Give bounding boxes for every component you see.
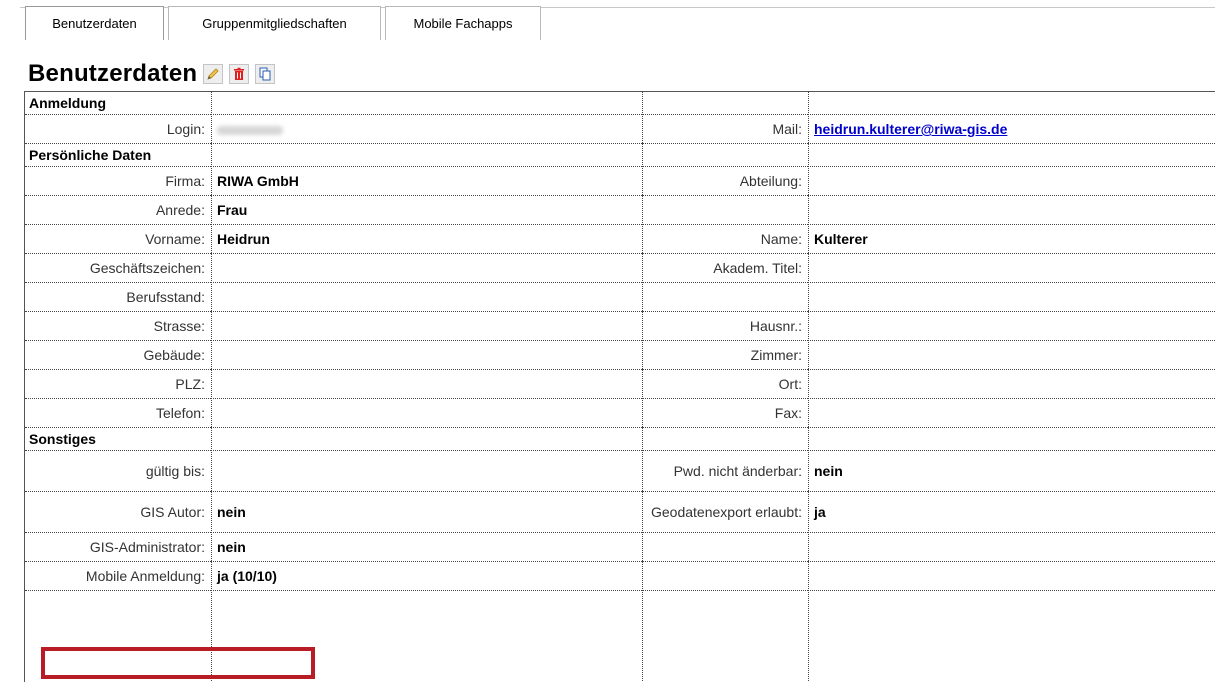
name-label: Name: [642, 224, 808, 254]
empty-value [808, 195, 1215, 225]
gueltig-bis-label: gültig bis: [25, 450, 211, 492]
user-data-table: Anmeldung Login: Mail: heidrun.kulterer@… [25, 92, 1215, 591]
mobile-anmeldung-label: Mobile Anmeldung: [25, 561, 211, 591]
table-row: PLZ: Ort: [25, 369, 1215, 399]
table-row: Login: Mail: heidrun.kulterer@riwa-gis.d… [25, 114, 1215, 144]
strasse-label: Strasse: [25, 311, 211, 341]
firma-label: Firma: [25, 166, 211, 196]
tab-mobile-fachapps[interactable]: Mobile Fachapps [385, 6, 541, 40]
firma-value: RIWA GmbH [211, 166, 642, 196]
table-row: Anrede: Frau [25, 195, 1215, 225]
akadem-titel-value [808, 253, 1215, 283]
plz-value [211, 369, 642, 399]
empty-label [642, 561, 808, 591]
gueltig-bis-value [211, 450, 642, 492]
page-title: Benutzerdaten [28, 60, 198, 87]
ort-label: Ort: [642, 369, 808, 399]
section-header-sonstiges: Sonstiges [25, 427, 1215, 451]
tab-benutzerdaten[interactable]: Benutzerdaten [25, 6, 164, 40]
empty-label [642, 532, 808, 562]
edit-button[interactable] [203, 64, 224, 84]
strasse-value [211, 311, 642, 341]
empty-value [808, 282, 1215, 312]
tab-bar: Benutzerdaten Gruppenmitgliedschaften Mo… [0, 0, 1215, 40]
redacted-login [217, 125, 283, 135]
table-row: Strasse: Hausnr.: [25, 311, 1215, 341]
plz-label: PLZ: [25, 369, 211, 399]
ort-value [808, 369, 1215, 399]
geodatenexport-label: Geodatenexport erlaubt: [642, 491, 808, 533]
table-row: GIS-Administrator: nein [25, 532, 1215, 562]
empty-label [642, 195, 808, 225]
login-value [211, 114, 642, 144]
pencil-icon [207, 68, 219, 80]
gebaeude-value [211, 340, 642, 370]
section-row: Sonstiges [25, 427, 1215, 451]
hausnr-label: Hausnr.: [642, 311, 808, 341]
mail-link[interactable]: heidrun.kulterer@riwa-gis.de [814, 121, 1007, 137]
geschaeftszeichen-value [211, 253, 642, 283]
login-label: Login: [25, 114, 211, 144]
pwd-nicht-aenderbar-label: Pwd. nicht änderbar: [642, 450, 808, 492]
anrede-value: Frau [211, 195, 642, 225]
zimmer-label: Zimmer: [642, 340, 808, 370]
table-row: GIS Autor: nein Geodatenexport erlaubt: … [25, 491, 1215, 533]
mail-label: Mail: [642, 114, 808, 144]
anrede-label: Anrede: [25, 195, 211, 225]
abteilung-label: Abteilung: [642, 166, 808, 196]
section-header-anmeldung: Anmeldung [25, 92, 1215, 115]
geodatenexport-value: ja [808, 491, 1215, 533]
akadem-titel-label: Akadem. Titel: [642, 253, 808, 283]
table-row: Firma: RIWA GmbH Abteilung: [25, 166, 1215, 196]
berufsstand-label: Berufsstand: [25, 282, 211, 312]
mobile-anmeldung-value: ja (10/10) [211, 561, 642, 591]
fax-label: Fax: [642, 398, 808, 428]
gis-administrator-label: GIS-Administrator: [25, 532, 211, 562]
empty-label [642, 282, 808, 312]
berufsstand-value [211, 282, 642, 312]
section-row: Anmeldung [25, 92, 1215, 115]
table-row: Mobile Anmeldung: ja (10/10) [25, 561, 1215, 591]
table-row: Berufsstand: [25, 282, 1215, 312]
zimmer-value [808, 340, 1215, 370]
vorname-label: Vorname: [25, 224, 211, 254]
trash-icon [234, 67, 245, 80]
table-row: Vorname: Heidrun Name: Kulterer [25, 224, 1215, 254]
table-row: gültig bis: Pwd. nicht änderbar: nein [25, 450, 1215, 492]
empty-value [808, 532, 1215, 562]
title-row: Benutzerdaten [28, 58, 276, 90]
section-header-persoenliche-daten: Persönliche Daten [25, 143, 1215, 167]
delete-button[interactable] [229, 64, 250, 84]
table-row: Telefon: Fax: [25, 398, 1215, 428]
gis-administrator-value: nein [211, 532, 642, 562]
copy-button[interactable] [255, 64, 276, 84]
pwd-nicht-aenderbar-value: nein [808, 450, 1215, 492]
section-row: Persönliche Daten [25, 143, 1215, 167]
geschaeftszeichen-label: Geschäftszeichen: [25, 253, 211, 283]
gis-autor-value: nein [211, 491, 642, 533]
tab-gruppenmitgliedschaften[interactable]: Gruppenmitgliedschaften [168, 6, 381, 40]
hausnr-value [808, 311, 1215, 341]
vorname-value: Heidrun [211, 224, 642, 254]
table-row: Gebäude: Zimmer: [25, 340, 1215, 370]
table-row: Geschäftszeichen: Akadem. Titel: [25, 253, 1215, 283]
empty-value [808, 561, 1215, 591]
highlight-box [41, 647, 315, 679]
copy-icon [259, 67, 271, 81]
name-value: Kulterer [808, 224, 1215, 254]
telefon-label: Telefon: [25, 398, 211, 428]
telefon-value [211, 398, 642, 428]
gebaeude-label: Gebäude: [25, 340, 211, 370]
fax-value [808, 398, 1215, 428]
abteilung-value [808, 166, 1215, 196]
gis-autor-label: GIS Autor: [25, 491, 211, 533]
